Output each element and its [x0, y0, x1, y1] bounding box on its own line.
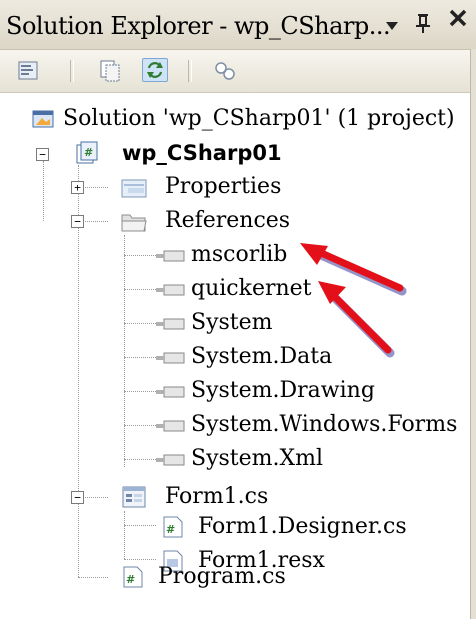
tree-item-solution[interactable]: Solution 'wp_CSharp01' (1 project)	[30, 105, 455, 133]
tree-item-references[interactable]: References	[120, 207, 290, 235]
tree-item-reference[interactable]: mscorlib	[156, 241, 287, 269]
reference-label: System.Windows.Forms	[191, 412, 458, 437]
show-all-files-icon	[100, 60, 120, 82]
reference-icon	[156, 352, 185, 364]
reference-label: System.Xml	[191, 446, 324, 471]
tree-line	[124, 559, 156, 560]
show-all-files-button[interactable]	[98, 59, 124, 83]
pin-icon	[416, 14, 430, 33]
refresh-button[interactable]	[142, 58, 168, 82]
tree-line	[78, 577, 108, 578]
tree-line	[43, 161, 44, 221]
reference-icon	[156, 454, 185, 466]
panel-title-bar: Solution Explorer - wp_CSharp...	[0, 0, 476, 50]
solution-explorer-toolbar	[0, 50, 476, 93]
collapse-toggle[interactable]: −	[71, 491, 84, 504]
tree-line	[124, 511, 125, 559]
references-label: References	[165, 208, 291, 233]
arrow-icon	[318, 281, 395, 358]
tree-item-program[interactable]: # Program.cs	[120, 563, 286, 591]
tree-item-form[interactable]: Form1.cs	[120, 483, 268, 511]
reference-icon	[156, 250, 185, 262]
reference-icon	[156, 318, 185, 330]
tree-item-properties[interactable]: Properties	[120, 173, 281, 201]
tree-line	[124, 459, 156, 460]
tree-line	[124, 525, 156, 526]
tree-item-reference[interactable]: System	[156, 309, 273, 337]
reference-icon	[156, 420, 185, 432]
reference-icon	[156, 386, 185, 398]
svg-text:#: #	[126, 573, 135, 586]
properties-label: Properties	[165, 174, 282, 199]
tree-item-project[interactable]: # wp_CSharp01	[72, 139, 282, 167]
chevron-down-icon	[386, 22, 398, 30]
form-icon	[122, 486, 146, 508]
class-diagram-icon	[215, 62, 235, 80]
tree-line	[124, 255, 156, 256]
tree-line	[124, 391, 156, 392]
refresh-icon	[147, 62, 163, 78]
window-position-dropdown-button[interactable]	[384, 15, 400, 39]
reference-icon	[156, 284, 185, 296]
properties-icon	[18, 61, 38, 80]
toolbar-separator	[188, 60, 192, 82]
tree-item-reference[interactable]: System.Drawing	[156, 377, 375, 405]
collapse-toggle[interactable]: −	[71, 215, 84, 228]
properties-button[interactable]	[16, 59, 42, 83]
solution-label: Solution 'wp_CSharp01' (1 project)	[63, 106, 455, 131]
csharp-file-icon: #	[123, 566, 143, 588]
tree-item-reference[interactable]: System.Windows.Forms	[156, 411, 457, 439]
close-icon	[449, 9, 467, 27]
auto-hide-pin-button[interactable]	[414, 12, 432, 40]
tree-item-form-designer[interactable]: # Form1.Designer.cs	[160, 513, 407, 541]
tree-line	[124, 235, 125, 467]
reference-label: mscorlib	[191, 242, 288, 267]
tree-item-reference[interactable]: System.Xml	[156, 445, 323, 473]
annotation-arrows	[300, 243, 407, 358]
tree-line	[124, 425, 156, 426]
tree-item-reference[interactable]: quickernet	[156, 275, 312, 303]
arrow-icon	[300, 243, 407, 296]
close-button[interactable]	[448, 8, 468, 32]
svg-text:#: #	[166, 523, 175, 536]
csharp-project-icon: #	[76, 141, 98, 164]
properties-folder-icon	[121, 179, 147, 198]
scrollbar-edge	[470, 49, 476, 619]
folder-icon	[121, 214, 147, 232]
tree-line	[124, 357, 156, 358]
panel-title: Solution Explorer - wp_CSharp...	[6, 12, 391, 40]
project-label: wp_CSharp01	[122, 141, 282, 165]
toolbar-separator	[70, 60, 74, 82]
collapse-toggle[interactable]: −	[36, 148, 49, 161]
tree-line	[124, 323, 156, 324]
solution-tree: Solution 'wp_CSharp01' (1 project) − # w…	[0, 93, 470, 619]
file-label: Program.cs	[158, 564, 286, 589]
solution-explorer-panel: Solution Explorer - wp_CSharp... Solutio…	[0, 0, 476, 619]
csharp-file-icon: #	[163, 516, 183, 538]
file-label: Form1.Designer.cs	[198, 514, 407, 539]
reference-label: System.Drawing	[191, 378, 375, 403]
solution-icon	[32, 110, 54, 128]
tree-line	[124, 289, 156, 290]
expand-toggle[interactable]: +	[71, 181, 84, 194]
form-label: Form1.cs	[165, 484, 269, 509]
reference-label: System	[191, 310, 273, 335]
view-class-diagram-button[interactable]	[212, 59, 238, 83]
svg-text:#: #	[84, 146, 93, 159]
